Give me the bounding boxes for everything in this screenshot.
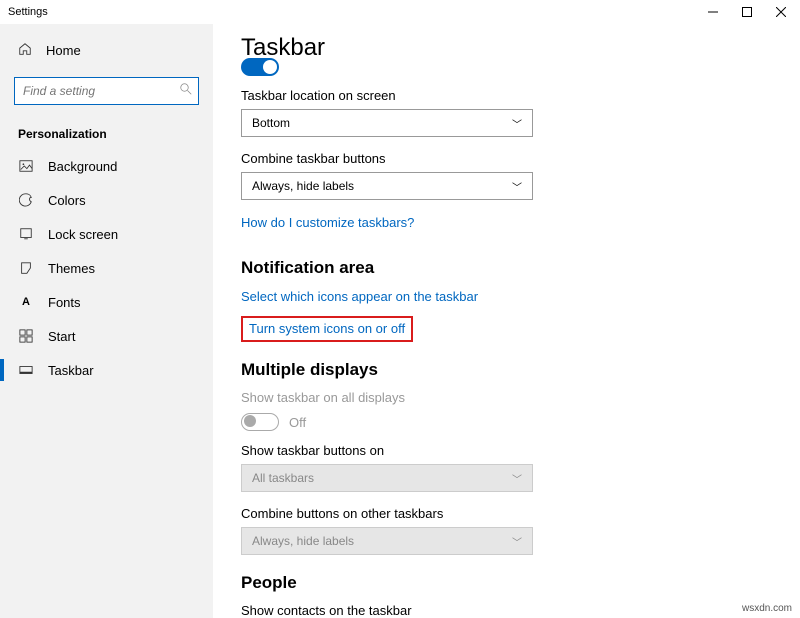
show-buttons-label: Show taskbar buttons on — [241, 443, 772, 458]
window-controls — [696, 1, 798, 23]
combine-other-label: Combine buttons on other taskbars — [241, 506, 772, 521]
system-icons-link[interactable]: Turn system icons on or off — [249, 321, 405, 336]
show-all-label: Show taskbar on all displays — [241, 390, 772, 405]
people-heading: People — [241, 573, 772, 593]
taskbar-icon — [18, 362, 34, 378]
show-buttons-value: All taskbars — [252, 471, 314, 485]
sidebar-item-label: Lock screen — [48, 227, 118, 242]
window-title: Settings — [8, 6, 48, 18]
sidebar-item-label: Start — [48, 329, 75, 344]
combine-other-value: Always, hide labels — [252, 534, 354, 548]
sidebar-item-themes[interactable]: Themes — [0, 251, 213, 285]
customize-link[interactable]: How do I customize taskbars? — [241, 215, 414, 230]
sidebar-item-label: Themes — [48, 261, 95, 276]
highlight-annotation: Turn system icons on or off — [241, 316, 413, 342]
themes-icon — [18, 260, 34, 276]
close-button[interactable] — [764, 1, 798, 23]
section-heading: Personalization — [0, 115, 213, 149]
show-all-state: Off — [289, 415, 306, 430]
show-buttons-select: All taskbars ﹀ — [241, 464, 533, 492]
sidebar: Home Personalization Background Colors L… — [0, 24, 213, 618]
sidebar-item-lockscreen[interactable]: Lock screen — [0, 217, 213, 251]
combine-select[interactable]: Always, hide labels ﹀ — [241, 172, 533, 200]
chevron-down-icon: ﹀ — [512, 179, 522, 194]
fonts-icon: A — [18, 294, 34, 310]
search-input[interactable] — [14, 77, 199, 105]
search-icon — [180, 82, 192, 100]
show-contacts-label: Show contacts on the taskbar — [241, 603, 772, 618]
sidebar-item-fonts[interactable]: A Fonts — [0, 285, 213, 319]
palette-icon — [18, 192, 34, 208]
multiple-heading: Multiple displays — [241, 360, 772, 380]
sidebar-item-start[interactable]: Start — [0, 319, 213, 353]
combine-other-select: Always, hide labels ﹀ — [241, 527, 533, 555]
sidebar-item-colors[interactable]: Colors — [0, 183, 213, 217]
combine-label: Combine taskbar buttons — [241, 151, 772, 166]
home-label: Home — [46, 43, 81, 58]
image-icon — [18, 158, 34, 174]
content-area: Taskbar Taskbar location on screen Botto… — [213, 24, 800, 618]
home-icon — [18, 42, 32, 59]
select-icons-link[interactable]: Select which icons appear on the taskbar — [241, 289, 478, 304]
sidebar-item-taskbar[interactable]: Taskbar — [0, 353, 213, 387]
start-icon — [18, 328, 34, 344]
home-nav[interactable]: Home — [0, 34, 213, 67]
combine-value: Always, hide labels — [252, 179, 354, 193]
location-label: Taskbar location on screen — [241, 88, 772, 103]
partial-toggle[interactable] — [241, 58, 279, 76]
watermark: wsxdn.com — [742, 603, 792, 614]
maximize-button[interactable] — [730, 1, 764, 23]
sidebar-item-background[interactable]: Background — [0, 149, 213, 183]
chevron-down-icon: ﹀ — [512, 116, 522, 131]
sidebar-item-label: Colors — [48, 193, 86, 208]
sidebar-item-label: Fonts — [48, 295, 81, 310]
minimize-button[interactable] — [696, 1, 730, 23]
sidebar-item-label: Background — [48, 159, 117, 174]
location-select[interactable]: Bottom ﹀ — [241, 109, 533, 137]
sidebar-item-label: Taskbar — [48, 363, 94, 378]
notification-heading: Notification area — [241, 258, 772, 278]
location-value: Bottom — [252, 116, 290, 130]
chevron-down-icon: ﹀ — [512, 534, 522, 549]
show-all-toggle[interactable] — [241, 413, 279, 431]
lockscreen-icon — [18, 226, 34, 242]
search-field[interactable] — [23, 84, 180, 98]
chevron-down-icon: ﹀ — [512, 471, 522, 486]
